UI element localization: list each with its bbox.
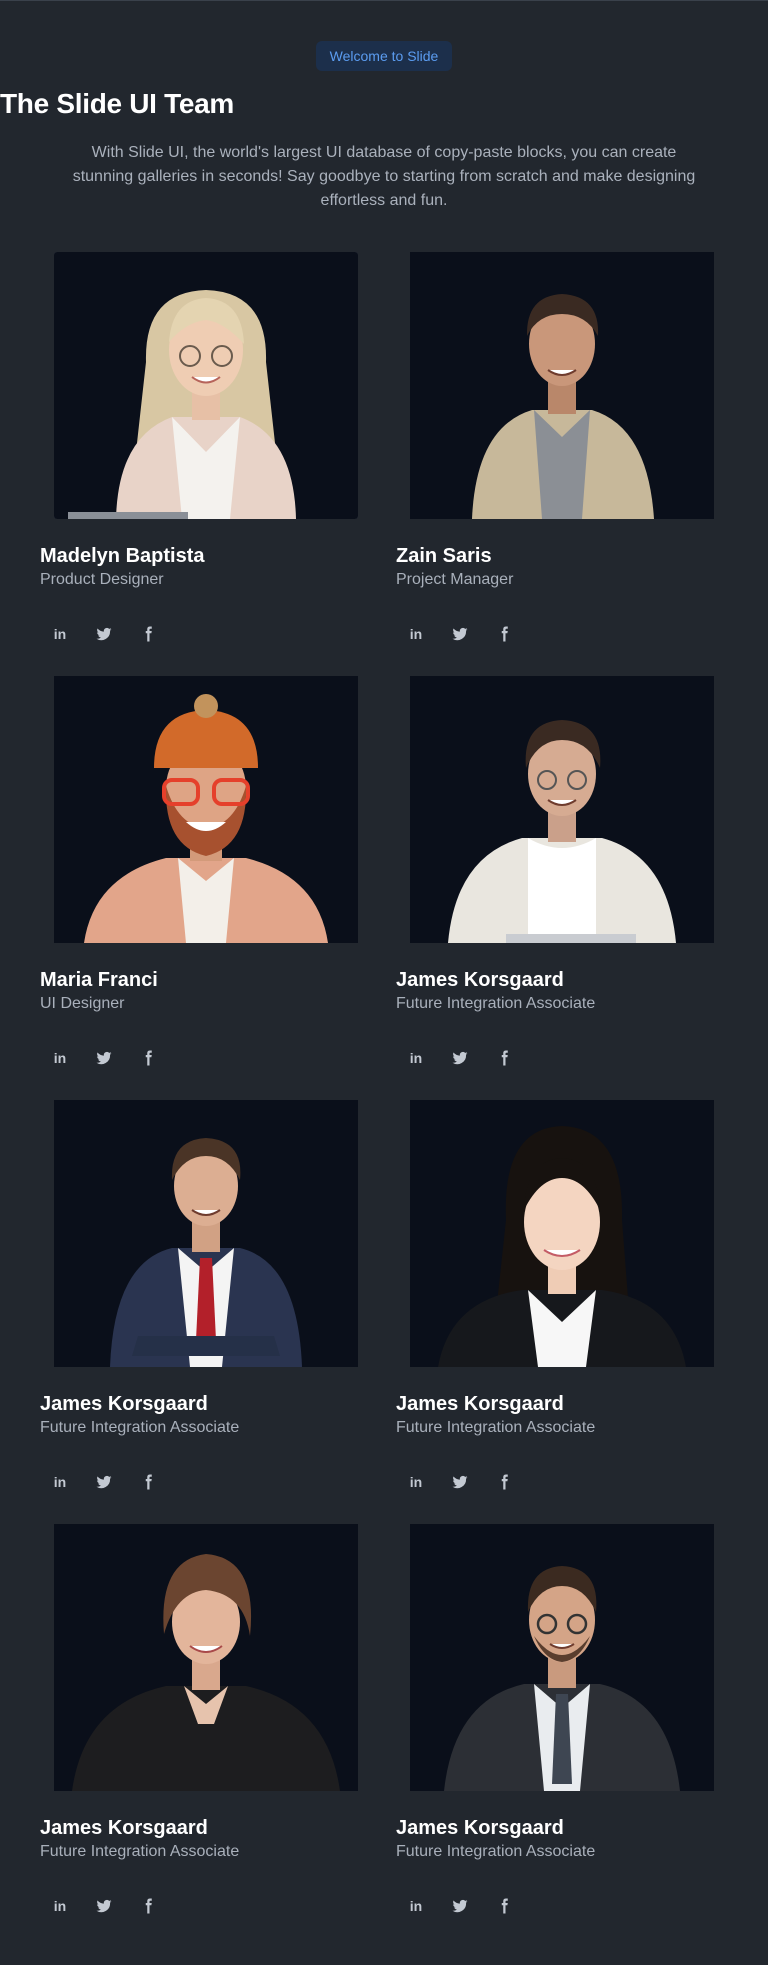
member-name: Madelyn Baptista [40,545,205,567]
social-links: in [40,1470,160,1494]
member-photo [54,676,358,943]
linkedin-icon[interactable]: in [404,1046,428,1070]
member-role: UI Designer [40,995,125,1012]
member-role: Future Integration Associate [396,1843,596,1860]
member-photo [410,252,714,519]
member-role: Future Integration Associate [40,1419,240,1436]
linkedin-icon[interactable]: in [404,1894,428,1918]
member-photo [410,1100,714,1367]
facebook-icon[interactable] [492,1894,516,1918]
twitter-icon[interactable] [92,1894,116,1918]
member-name: Maria Franci [40,969,158,991]
facebook-icon[interactable] [492,622,516,646]
facebook-icon[interactable] [492,1470,516,1494]
linkedin-icon[interactable]: in [48,1046,72,1070]
team-card: James Korsgaard Future Integration Assoc… [40,1100,384,1510]
linkedin-icon[interactable]: in [48,1894,72,1918]
team-card: Madelyn Baptista Product Designer in [40,252,384,662]
linkedin-icon[interactable]: in [404,622,428,646]
social-links: in [396,1894,516,1918]
member-name: James Korsgaard [40,1393,208,1415]
social-links: in [40,1046,160,1070]
team-page: Welcome to Slide The Slide UI Team With … [0,0,768,1965]
linkedin-icon[interactable]: in [48,622,72,646]
member-name: James Korsgaard [396,1817,564,1839]
linkedin-icon[interactable]: in [404,1470,428,1494]
member-role: Future Integration Associate [40,1843,240,1860]
team-card: James Korsgaard Future Integration Assoc… [396,676,740,1086]
social-links: in [396,622,516,646]
twitter-icon[interactable] [92,1046,116,1070]
facebook-icon[interactable] [136,1894,160,1918]
member-photo [54,1100,358,1367]
member-photo [54,1524,358,1791]
twitter-icon[interactable] [448,1470,472,1494]
member-name: Zain Saris [396,545,492,567]
twitter-icon[interactable] [92,622,116,646]
twitter-icon[interactable] [448,1046,472,1070]
member-name: James Korsgaard [40,1817,208,1839]
top-divider [0,0,768,1]
facebook-icon[interactable] [136,622,160,646]
team-card: James Korsgaard Future Integration Assoc… [396,1524,740,1934]
twitter-icon[interactable] [448,622,472,646]
linkedin-icon[interactable]: in [48,1470,72,1494]
facebook-icon[interactable] [492,1046,516,1070]
twitter-icon[interactable] [92,1470,116,1494]
page-title: The Slide UI Team [0,88,234,119]
social-links: in [396,1046,516,1070]
social-links: in [40,1894,160,1918]
social-links: in [396,1470,516,1494]
member-photo [410,1524,714,1791]
member-photo [54,252,358,519]
social-links: in [40,622,160,646]
facebook-icon[interactable] [136,1046,160,1070]
member-name: James Korsgaard [396,1393,564,1415]
team-card: Maria Franci UI Designer in [40,676,384,1086]
facebook-icon[interactable] [136,1470,160,1494]
welcome-badge: Welcome to Slide [316,41,452,71]
member-name: James Korsgaard [396,969,564,991]
team-card: James Korsgaard Future Integration Assoc… [40,1524,384,1934]
member-role: Project Manager [396,571,514,588]
member-role: Future Integration Associate [396,995,596,1012]
team-card: Zain Saris Project Manager in [396,252,740,662]
member-role: Product Designer [40,571,164,588]
page-subtitle: With Slide UI, the world's largest UI da… [72,144,696,209]
member-role: Future Integration Associate [396,1419,596,1436]
member-photo [410,676,714,943]
twitter-icon[interactable] [448,1894,472,1918]
team-card: James Korsgaard Future Integration Assoc… [396,1100,740,1510]
